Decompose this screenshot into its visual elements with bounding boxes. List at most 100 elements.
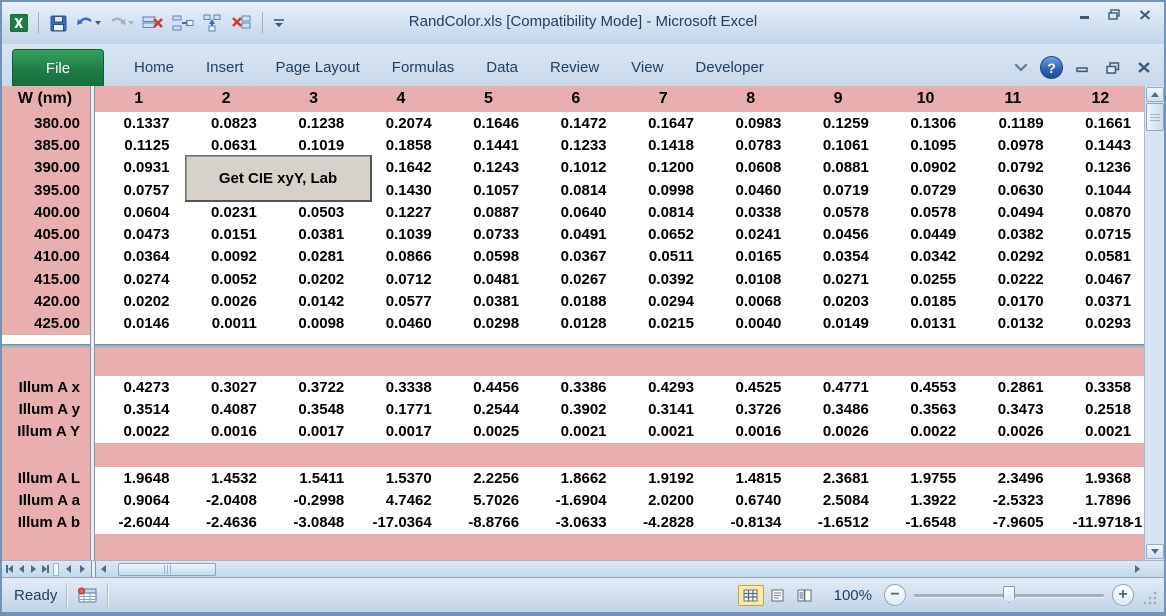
scroll-left-button[interactable]: [96, 563, 110, 576]
cell[interactable]: 1.9755: [882, 467, 969, 489]
scroll-right-button[interactable]: [1130, 563, 1144, 576]
cell[interactable]: 0.3722: [270, 376, 357, 398]
cell[interactable]: 1.4815: [707, 467, 794, 489]
get-cie-button[interactable]: Get CIE xyY, Lab: [185, 155, 372, 202]
cell[interactable]: -0.2998: [270, 489, 357, 511]
cell[interactable]: 0.0017: [357, 421, 444, 443]
zoom-slider[interactable]: [914, 584, 1104, 606]
cell[interactable]: 0.1646: [445, 112, 532, 134]
cell[interactable]: 0.3027: [182, 376, 269, 398]
cell[interactable]: 0.0040: [707, 313, 794, 335]
cell[interactable]: 0.0215: [620, 313, 707, 335]
cell[interactable]: 0.2074: [357, 112, 444, 134]
cell[interactable]: 0.0978: [969, 134, 1056, 156]
cell[interactable]: 0.3358: [1057, 376, 1144, 398]
tab-review[interactable]: Review: [534, 49, 615, 86]
cell[interactable]: 0.0503: [270, 201, 357, 223]
page-layout-view-button[interactable]: [765, 585, 791, 606]
scroll-down-button[interactable]: [1146, 544, 1164, 559]
cell[interactable]: 0.1259: [794, 112, 881, 134]
cell[interactable]: 0.0170: [969, 290, 1056, 312]
cell[interactable]: 0.1233: [532, 134, 619, 156]
cell[interactable]: 0.2518: [1057, 398, 1144, 420]
cell[interactable]: 0.0494: [969, 201, 1056, 223]
cell[interactable]: 0.0581: [1057, 246, 1144, 268]
cell[interactable]: 0.0381: [445, 290, 532, 312]
cell[interactable]: 0.0481: [445, 268, 532, 290]
cell[interactable]: 0.0460: [707, 179, 794, 201]
cell[interactable]: -3.0633: [532, 511, 619, 533]
cell[interactable]: -2.0408: [182, 489, 269, 511]
resize-grip[interactable]: [1142, 590, 1160, 608]
workbook-restore-button[interactable]: [1101, 59, 1125, 76]
cell[interactable]: 0.0132: [969, 313, 1056, 335]
cell[interactable]: 0.0814: [532, 179, 619, 201]
cell[interactable]: 0.0202: [270, 268, 357, 290]
cell[interactable]: 0.6740: [707, 489, 794, 511]
column-header[interactable]: 1: [95, 86, 182, 112]
clipped-cell[interactable]: -1: [1129, 511, 1144, 533]
row-header[interactable]: 390.00: [2, 157, 90, 179]
cell[interactable]: 0.0354: [794, 246, 881, 268]
column-header[interactable]: 12: [1057, 86, 1144, 112]
cell[interactable]: 0.0630: [969, 179, 1056, 201]
delete-rows-button[interactable]: [140, 12, 166, 34]
cell[interactable]: 0.4456: [445, 376, 532, 398]
cell[interactable]: 0.1044: [1057, 179, 1144, 201]
cell[interactable]: 0.9064: [95, 489, 182, 511]
insert-cells-button[interactable]: [170, 12, 196, 34]
cell[interactable]: 0.4525: [707, 376, 794, 398]
cell[interactable]: 0.0931: [95, 157, 182, 179]
cell[interactable]: 1.3922: [882, 489, 969, 511]
cell[interactable]: 0.0026: [182, 290, 269, 312]
redo-dropdown-icon[interactable]: [128, 21, 134, 25]
undo-button[interactable]: [74, 13, 103, 33]
cell[interactable]: 0.0241: [707, 223, 794, 245]
cell[interactable]: 0.0652: [620, 223, 707, 245]
row-header[interactable]: 425.00: [2, 313, 90, 335]
delete-cells-button[interactable]: [228, 12, 254, 34]
cell[interactable]: 0.0021: [620, 421, 707, 443]
tab-page-layout[interactable]: Page Layout: [260, 49, 376, 86]
scroll-up-button[interactable]: [1146, 87, 1164, 102]
cell[interactable]: 0.0188: [532, 290, 619, 312]
column-header[interactable]: 11: [969, 86, 1056, 112]
left-pane-scroll-right-button[interactable]: [75, 563, 89, 576]
cell[interactable]: 0.2544: [445, 398, 532, 420]
cell[interactable]: 0.3386: [532, 376, 619, 398]
row-header[interactable]: 395.00: [2, 179, 90, 201]
cell[interactable]: 0.0460: [357, 313, 444, 335]
tab-insert[interactable]: Insert: [190, 49, 260, 86]
cell[interactable]: -2.6044: [95, 511, 182, 533]
cell[interactable]: 4.7462: [357, 489, 444, 511]
cell[interactable]: 0.1418: [620, 134, 707, 156]
cell[interactable]: 0.0149: [794, 313, 881, 335]
column-header[interactable]: 7: [620, 86, 707, 112]
cell[interactable]: 0.1039: [357, 223, 444, 245]
cell[interactable]: 0.0371: [1057, 290, 1144, 312]
cell[interactable]: 0.0267: [532, 268, 619, 290]
cell[interactable]: 1.8662: [532, 467, 619, 489]
cell[interactable]: 0.3726: [707, 398, 794, 420]
row-header[interactable]: Illum A y: [2, 398, 90, 420]
column-header[interactable]: 8: [707, 86, 794, 112]
first-sheet-button[interactable]: [4, 563, 15, 576]
cell[interactable]: 1.4532: [182, 467, 269, 489]
row-header[interactable]: 385.00: [2, 134, 90, 156]
row-header[interactable]: 405.00: [2, 223, 90, 245]
excel-logo-icon[interactable]: [8, 12, 30, 34]
cell[interactable]: 0.0381: [270, 223, 357, 245]
cell[interactable]: 0.0392: [620, 268, 707, 290]
cell[interactable]: 0.0467: [1057, 268, 1144, 290]
column-header[interactable]: 6: [532, 86, 619, 112]
cell[interactable]: 0.0185: [882, 290, 969, 312]
cell[interactable]: 0.1238: [270, 112, 357, 134]
cell[interactable]: 0.0712: [357, 268, 444, 290]
cell[interactable]: 0.1189: [969, 112, 1056, 134]
page-break-view-button[interactable]: [792, 585, 818, 606]
cell[interactable]: 0.0203: [794, 290, 881, 312]
cell[interactable]: 0.3563: [882, 398, 969, 420]
cell[interactable]: 0.0142: [270, 290, 357, 312]
cell[interactable]: 0.1337: [95, 112, 182, 134]
column-header[interactable]: 5: [445, 86, 532, 112]
